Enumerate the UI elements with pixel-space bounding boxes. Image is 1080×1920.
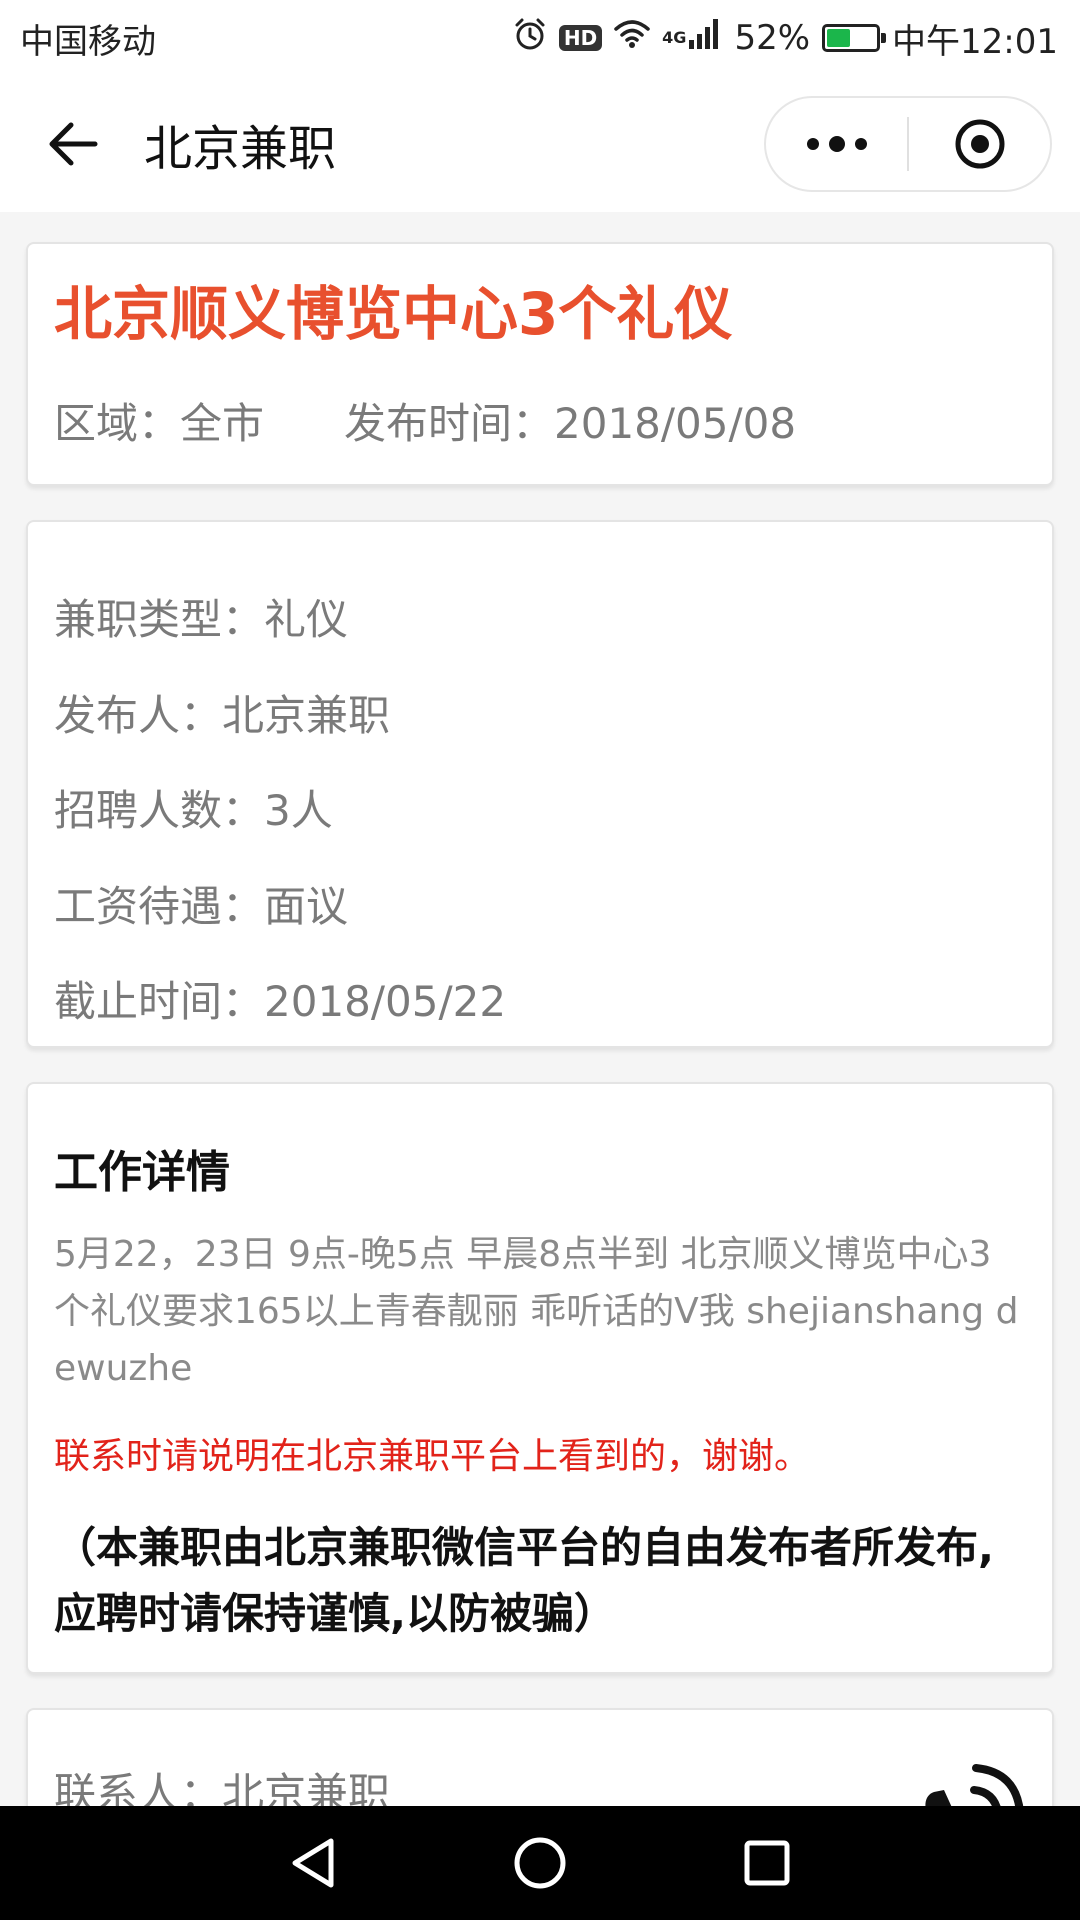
job-publisher: 发布人：北京兼职 [54,690,391,740]
battery-icon [822,24,887,52]
wifi-icon [614,18,650,58]
job-meta: 区域：全市 发布时间：2018/05/08 [54,390,1026,451]
job-publish-date: 发布时间：2018/05/08 [344,398,797,448]
nav-bar: 北京兼职 [0,76,1080,212]
system-back-button[interactable] [263,1813,363,1913]
job-deadline: 截止时间：2018/05/22 [54,977,507,1026]
job-type: 兼职类型：礼仪 [54,595,349,644]
close-mini-program-button[interactable] [909,98,1050,190]
alarm-icon [513,17,547,60]
target-icon [955,119,1004,169]
back-button[interactable] [18,76,128,212]
contact-note: 联系时请说明在北京兼职平台上看到的，谢谢。 [54,1436,811,1477]
job-title: 北京顺义博览中心3个礼仪 [54,280,733,348]
back-triangle-icon [292,1838,334,1888]
status-bar: 中国移动 HD 4G 52% 中午12:01 [0,0,1080,76]
home-circle-icon [514,1837,566,1889]
network-type: 4G [662,27,687,47]
battery-level-fill [827,29,851,47]
job-info-list: 兼职类型：礼仪 发布人：北京兼职 招聘人数：3人 工资待遇：面议 截止时间：20… [54,522,1026,1050]
signal-icon [688,18,722,59]
system-nav-bar [0,1806,1080,1920]
status-icons: HD 4G 52% 中午12:01 [513,14,1058,63]
more-button[interactable] [766,98,907,190]
recents-square-icon [744,1840,790,1886]
battery-percent: 52% [734,18,811,58]
hd-icon: HD [558,25,603,51]
page-title: 北京兼职 [144,121,337,177]
job-info-card: 兼职类型：礼仪 发布人：北京兼职 招聘人数：3人 工资待遇：面议 截止时间：20… [26,520,1054,1048]
carrier-name: 中国移动 [20,21,156,62]
job-salary: 工资待遇：面议 [54,881,349,931]
details-text: 5月22，23日 9点-晚5点 早晨8点半到 北京顺义博览中心3个礼仪要求165… [54,1234,1019,1389]
system-recents-button[interactable] [717,1813,817,1913]
job-headcount: 招聘人数：3人 [54,786,333,835]
job-region: 区域：全市 [54,398,265,448]
disclaimer: （本兼职由北京兼职微信平台的自由发布者所发布,应聘时请保持谨慎,以防被骗） [54,1523,994,1638]
job-details-card: 工作详情 5月22，23日 9点-晚5点 早晨8点半到 北京顺义博览中心3个礼仪… [26,1082,1054,1674]
more-dots-icon [806,136,867,152]
job-header-card: 北京顺义博览中心3个礼仪 区域：全市 发布时间：2018/05/08 [26,242,1054,486]
clock: 中午12:01 [892,21,1058,62]
details-section-title: 工作详情 [54,1147,230,1198]
mini-program-capsule [764,96,1052,192]
back-arrow-icon [49,122,98,166]
system-home-button[interactable] [490,1813,590,1913]
